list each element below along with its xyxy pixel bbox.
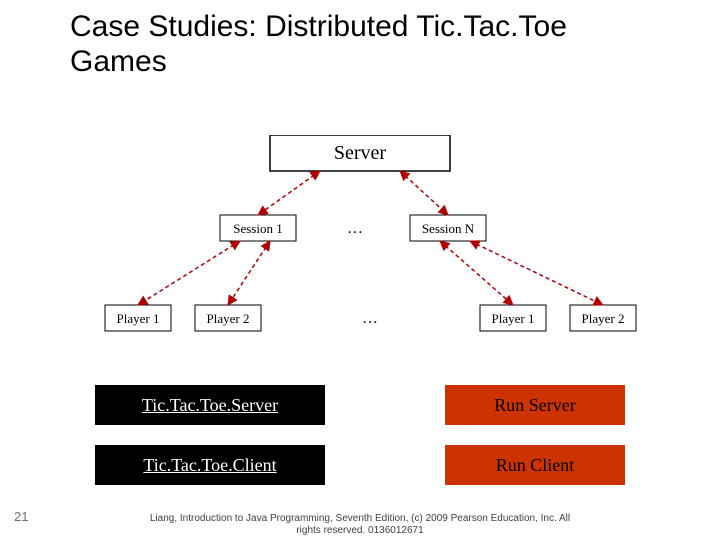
page-title: Case Studies: Distributed Tic.Tac.Toe Ga…	[70, 10, 670, 79]
player1a-label: Player 1	[117, 311, 160, 326]
footer-line2: rights reserved. 0136012671	[0, 525, 720, 537]
sessionN-label: Session N	[422, 221, 475, 236]
player2a-label: Player 2	[207, 311, 250, 326]
run-client-button[interactable]: Run Client	[445, 445, 625, 485]
client-source-link[interactable]: Tic.Tac.Toe.Client	[95, 445, 325, 485]
server-source-link[interactable]: Tic.Tac.Toe.Server	[95, 385, 325, 425]
footer: Liang, Introduction to Java Programming,…	[0, 513, 720, 536]
footer-line1: Liang, Introduction to Java Programming,…	[0, 513, 720, 525]
sessions-dots: …	[347, 220, 363, 237]
architecture-diagram: Server Session 1 Session N … Player 1 Pl…	[80, 135, 640, 345]
run-server-button[interactable]: Run Server	[445, 385, 625, 425]
players-dots: …	[362, 310, 378, 327]
server-label: Server	[334, 142, 387, 164]
session1-label: Session 1	[233, 221, 282, 236]
player2b-label: Player 2	[582, 311, 625, 326]
slide: Case Studies: Distributed Tic.Tac.Toe Ga…	[0, 0, 720, 540]
player1b-label: Player 1	[492, 311, 535, 326]
